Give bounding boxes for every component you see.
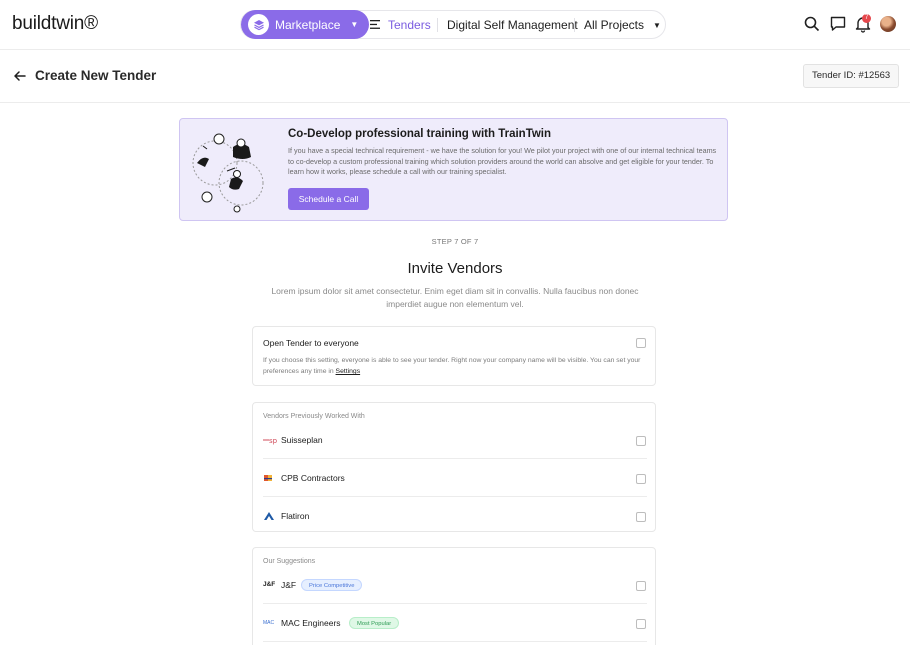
tenders-label: Tenders xyxy=(388,18,431,32)
layers-icon xyxy=(248,14,269,35)
chat-icon[interactable] xyxy=(829,15,847,33)
flatiron-logo-icon xyxy=(264,512,274,520)
vendor-row[interactable]: CPB Contractors xyxy=(263,459,647,497)
suggestions-card: Our Suggestions J&F J&F Price Competitiv… xyxy=(252,547,656,645)
all-projects-dropdown[interactable]: All Projects ▼ xyxy=(584,18,661,32)
open-tender-card: Open Tender to everyone If you choose th… xyxy=(252,326,656,386)
open-tender-description: If you choose this setting, everyone is … xyxy=(263,355,648,377)
caret-down-icon: ▼ xyxy=(350,20,359,29)
price-competitive-tag: Price Competitive xyxy=(301,579,363,591)
suggestions-caption: Our Suggestions xyxy=(263,558,316,565)
suggestion-checkbox[interactable] xyxy=(636,619,646,629)
page-header: Create New Tender Tender ID: #12563 xyxy=(0,50,910,103)
vendor-checkbox[interactable] xyxy=(636,474,646,484)
nav-tenders[interactable]: Tenders xyxy=(370,18,431,32)
vendor-row[interactable]: sp Suisseplan xyxy=(263,421,647,459)
caret-down-icon: ▼ xyxy=(653,20,661,30)
open-tender-checkbox[interactable] xyxy=(636,338,646,348)
promo-title: Co-Develop professional training with Tr… xyxy=(288,128,552,140)
most-popular-tag: Most Popular xyxy=(349,617,400,629)
open-tender-desc-text: If you choose this setting, everyone is … xyxy=(263,357,641,375)
suggestion-checkbox[interactable] xyxy=(636,581,646,591)
page-title: Create New Tender xyxy=(35,68,157,83)
suggestion-row[interactable]: MAC MAC Engineers Most Popular xyxy=(263,604,647,642)
mac-logo-icon: MAC xyxy=(263,620,275,626)
all-projects-label: All Projects xyxy=(584,18,645,32)
svg-text:sp: sp xyxy=(269,437,277,445)
marketplace-label: Marketplace xyxy=(275,17,341,32)
training-illustration xyxy=(192,133,264,213)
search-icon[interactable] xyxy=(803,15,821,33)
vendor-row[interactable]: Flatiron xyxy=(263,497,647,535)
vendor-name: Suisseplan xyxy=(281,435,323,445)
previous-vendors-card: Vendors Previously Worked With sp Suisse… xyxy=(252,402,656,532)
nav-divider xyxy=(574,18,575,32)
suisseplan-logo-icon: sp xyxy=(263,437,277,445)
cpb-logo-icon xyxy=(264,475,272,481)
promo-description: If you have a special technical requirem… xyxy=(288,146,717,176)
previous-vendors-caption: Vendors Previously Worked With xyxy=(263,413,365,420)
notification-badge: 7 xyxy=(862,14,871,23)
top-navbar: buildtwin® Marketplace ▼ Tenders Digital… xyxy=(0,0,910,50)
arrow-left-icon[interactable] xyxy=(12,68,28,84)
tender-id-badge: Tender ID: #12563 xyxy=(803,64,900,88)
vendor-name: CPB Contractors xyxy=(281,473,345,483)
suggestion-name: MAC Engineers xyxy=(281,618,341,628)
vendor-name: Flatiron xyxy=(281,511,310,521)
training-promo-banner: Co-Develop professional training with Tr… xyxy=(179,118,728,221)
marketplace-dropdown[interactable]: Marketplace ▼ xyxy=(241,10,369,39)
schedule-call-button[interactable]: Schedule a Call xyxy=(288,188,369,210)
section-title: Invite Vendors xyxy=(407,260,503,277)
jf-logo-icon: J&F xyxy=(263,581,276,588)
suggestion-row[interactable]: J&F J&F Price Competitive xyxy=(263,566,647,604)
app-logo[interactable]: buildtwin® xyxy=(12,13,98,35)
menu-icon xyxy=(370,18,380,32)
vendor-checkbox[interactable] xyxy=(636,436,646,446)
user-avatar[interactable] xyxy=(880,16,896,32)
main-nav: Marketplace ▼ Tenders Digital Self Manag… xyxy=(240,10,666,39)
vendor-checkbox[interactable] xyxy=(636,512,646,522)
suggestion-name: J&F xyxy=(281,580,297,590)
nav-digital-self-management[interactable]: Digital Self Management xyxy=(447,18,578,32)
settings-link[interactable]: Settings xyxy=(336,368,361,375)
section-subtitle: Lorem ipsum dolor sit amet consectetur. … xyxy=(271,286,639,309)
open-tender-title: Open Tender to everyone xyxy=(263,338,359,348)
step-indicator: STEP 7 OF 7 xyxy=(431,237,479,246)
nav-divider xyxy=(437,18,438,32)
